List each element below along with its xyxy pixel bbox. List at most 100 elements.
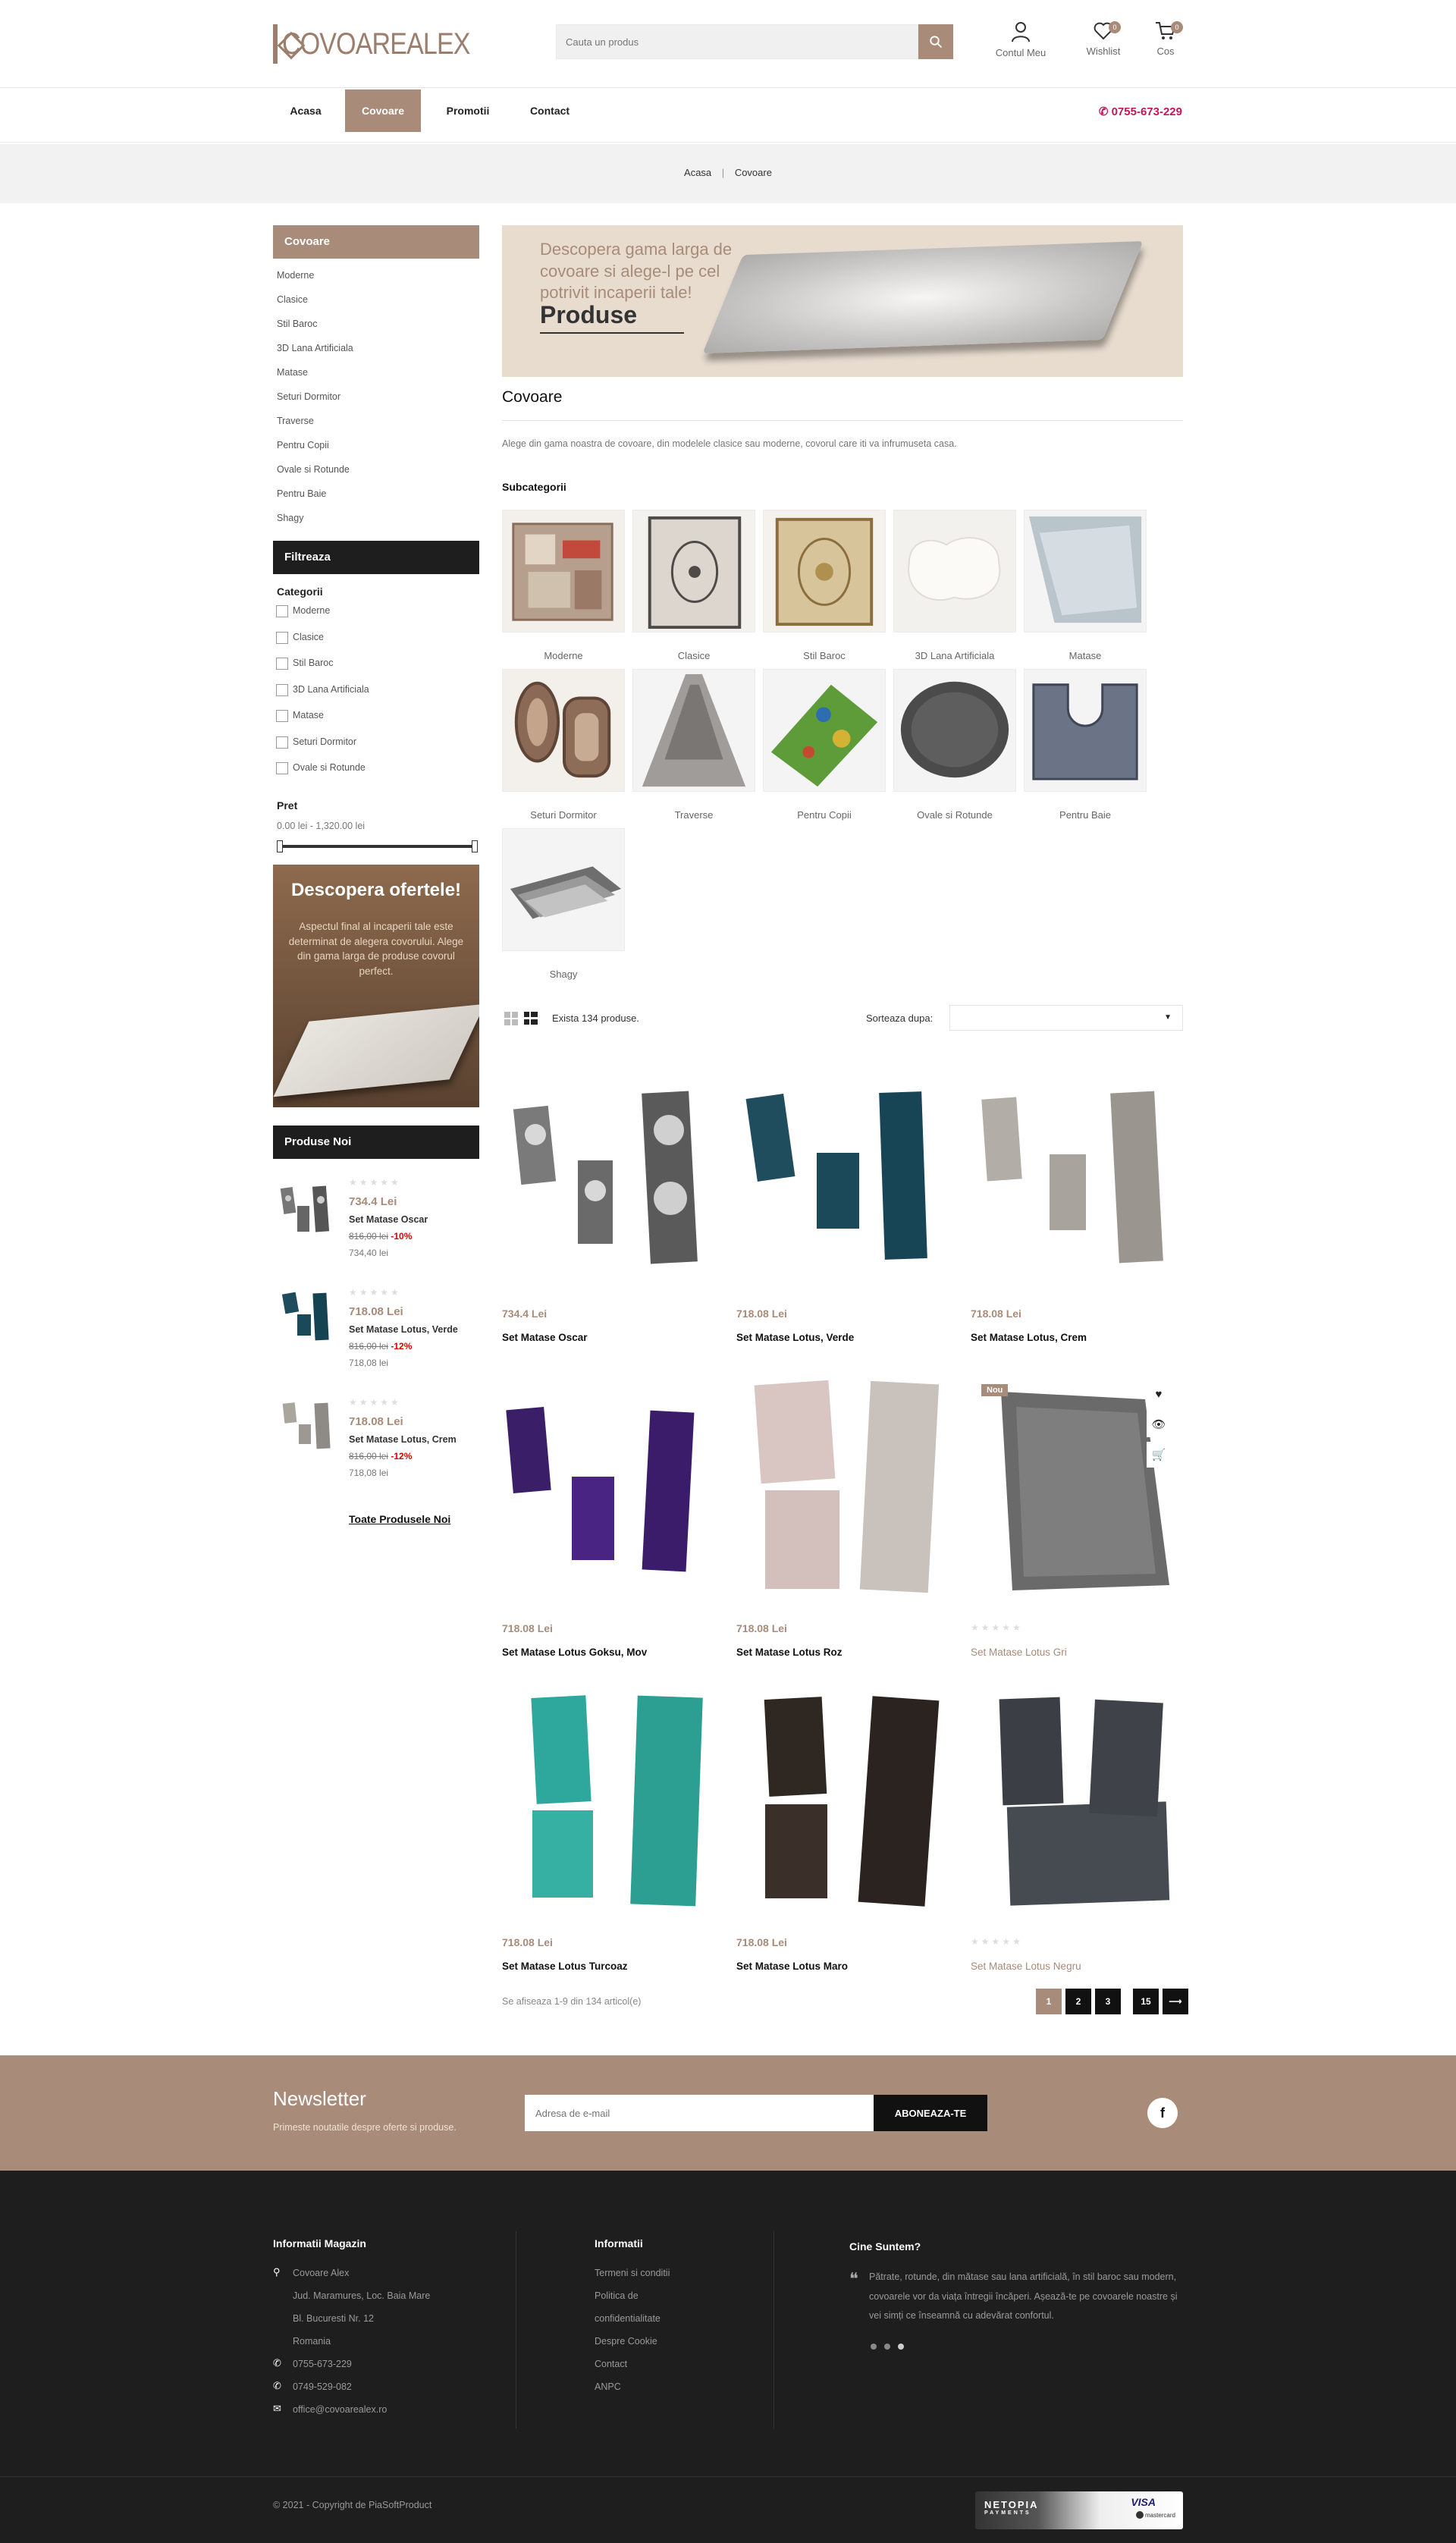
page-button-1[interactable]: 1 (1036, 1989, 1062, 2014)
checkbox[interactable] (276, 605, 288, 617)
product-card[interactable]: 718.08 Lei Set Matase Lotus, Crem (971, 1062, 1183, 1365)
product-card[interactable]: ★★★★★ Set Matase Lotus Negru (971, 1691, 1183, 1994)
product-name[interactable]: Set Matase Lotus Goksu, Mov (502, 1647, 647, 1658)
nav-item-promotii[interactable]: Promotii (434, 89, 502, 132)
header-phone[interactable]: ✆ 0755-673-229 (1099, 105, 1182, 118)
subcategory-card[interactable]: Shagy (502, 828, 625, 980)
sidebar-item-traverse[interactable]: Traverse (277, 416, 474, 440)
new-product-thumbnail[interactable] (278, 1177, 341, 1238)
product-image[interactable] (971, 1062, 1183, 1282)
subcategory-image[interactable] (502, 828, 625, 951)
next-page-arrow-icon[interactable]: ⟶ (1163, 1989, 1188, 2014)
subcategory-image[interactable] (502, 510, 625, 633)
product-image[interactable] (736, 1377, 949, 1596)
add-to-cart-icon[interactable]: 🛒 (1147, 1442, 1171, 1468)
product-card[interactable]: 718.08 Lei Set Matase Lotus Goksu, Mov (502, 1377, 714, 1680)
filter-option[interactable]: Moderne (276, 605, 369, 632)
checkbox[interactable] (276, 736, 288, 749)
list-view-icon[interactable] (523, 1011, 538, 1026)
subcategory-image[interactable] (502, 669, 625, 792)
filter-option[interactable]: 3D Lana Artificiala (276, 683, 369, 711)
subcategory-card[interactable]: Seturi Dormitor (502, 669, 625, 821)
sidebar-item-stil-baroc[interactable]: Stil Baroc (277, 319, 474, 343)
checkbox[interactable] (276, 683, 288, 696)
page-button-3[interactable]: 3 (1095, 1989, 1121, 2014)
sidebar-item-ovale-rotunde[interactable]: Ovale si Rotunde (277, 464, 474, 488)
product-name[interactable]: Set Matase Lotus Maro (736, 1961, 848, 1972)
wishlist-heart-icon[interactable]: ♥ (1147, 1381, 1171, 1407)
new-product-thumbnail[interactable] (278, 1287, 341, 1348)
product-image[interactable] (502, 1062, 714, 1282)
checkbox[interactable] (276, 658, 288, 670)
product-name[interactable]: Set Matase Lotus Gri (971, 1647, 1067, 1658)
product-name[interactable]: Set Matase Lotus Roz (736, 1647, 843, 1658)
nav-item-acasa[interactable]: Acasa (273, 89, 338, 132)
subcategory-image[interactable] (1024, 669, 1147, 792)
subscribe-button[interactable]: ABONEAZA-TE (874, 2095, 987, 2131)
product-card[interactable]: 734.4 Lei Set Matase Oscar (502, 1062, 714, 1365)
product-image[interactable] (736, 1062, 949, 1282)
filter-option[interactable]: Ovale si Rotunde (276, 762, 369, 789)
footer-link-terms[interactable]: Termeni si conditii (595, 2268, 670, 2278)
subcategory-image[interactable] (763, 669, 886, 792)
checkbox[interactable] (276, 762, 288, 774)
sidebar-item-pentru-copii[interactable]: Pentru Copii (277, 440, 474, 464)
new-product-name[interactable]: Set Matase Oscar (349, 1214, 478, 1225)
product-name[interactable]: Set Matase Lotus Turcoaz (502, 1961, 628, 1972)
footer-link-anpc[interactable]: ANPC (595, 2381, 621, 2392)
subcategory-image[interactable] (1024, 510, 1147, 633)
new-product-name[interactable]: Set Matase Lotus, Verde (349, 1324, 478, 1335)
price-slider[interactable] (277, 840, 478, 852)
carousel-dot[interactable] (884, 2344, 890, 2350)
site-logo[interactable]: COVOAREALEX (273, 21, 470, 67)
newsletter-email-input[interactable] (525, 2095, 874, 2131)
new-product-name[interactable]: Set Matase Lotus, Crem (349, 1434, 478, 1445)
subcategory-image[interactable] (893, 669, 1016, 792)
grid-view-icon[interactable] (504, 1011, 519, 1026)
nav-item-covoare[interactable]: Covoare (345, 89, 421, 132)
product-name[interactable]: Set Matase Lotus, Verde (736, 1332, 854, 1343)
sidebar-item-clasice[interactable]: Clasice (277, 294, 474, 319)
product-image[interactable] (502, 1377, 714, 1596)
filter-option[interactable]: Stil Baroc (276, 658, 369, 684)
subcategory-card[interactable]: Stil Baroc (763, 510, 886, 661)
filter-option[interactable]: Seturi Dormitor (276, 736, 369, 763)
filter-option[interactable]: Clasice (276, 631, 369, 658)
product-image[interactable] (736, 1691, 949, 1910)
footer-link-cookie[interactable]: Despre Cookie (595, 2336, 657, 2347)
subcategory-card[interactable]: 3D Lana Artificiala (893, 510, 1016, 661)
wishlist-link[interactable]: 0 Wishlist (1069, 21, 1138, 57)
product-name[interactable]: Set Matase Oscar (502, 1332, 588, 1343)
footer-link-privacy-cont[interactable]: confidentialitate (595, 2313, 661, 2324)
footer-link-contact[interactable]: Contact (595, 2359, 627, 2369)
new-product-item[interactable]: ★★★★★ 718.08 Lei Set Matase Lotus, Verde… (273, 1287, 479, 1386)
checkbox[interactable] (276, 631, 288, 644)
subcategory-card[interactable]: Pentru Baie (1024, 669, 1147, 821)
nav-item-contact[interactable]: Contact (516, 89, 584, 132)
cart-link[interactable]: 0 Cos (1131, 21, 1200, 57)
price-slider-min-handle[interactable] (277, 840, 283, 852)
promo-banner[interactable]: Descopera ofertele! Aspectul final al in… (273, 865, 479, 1107)
page-button-2[interactable]: 2 (1065, 1989, 1091, 2014)
facebook-icon[interactable]: f (1147, 2098, 1178, 2128)
new-product-thumbnail[interactable] (278, 1397, 341, 1458)
product-card[interactable]: 718.08 Lei Set Matase Lotus, Verde (736, 1062, 949, 1365)
page-button-last[interactable]: 15 (1133, 1989, 1159, 2014)
subcategory-card[interactable]: Ovale si Rotunde (893, 669, 1016, 821)
subcategory-card[interactable]: Matase (1024, 510, 1147, 661)
subcategory-card[interactable]: Moderne (502, 510, 625, 661)
sort-select[interactable] (949, 1005, 1183, 1031)
sidebar-item-matase[interactable]: Matase (277, 367, 474, 391)
product-image[interactable] (971, 1691, 1183, 1910)
carousel-dot[interactable] (871, 2344, 877, 2350)
footer-link-privacy[interactable]: Politica de (595, 2290, 639, 2301)
sidebar-item-moderne[interactable]: Moderne (277, 270, 474, 294)
search-button[interactable] (918, 24, 953, 59)
product-card[interactable]: 718.08 Lei Set Matase Lotus Turcoaz (502, 1691, 714, 1994)
carousel-dot-active[interactable] (898, 2344, 904, 2350)
subcategory-image[interactable] (763, 510, 886, 633)
new-product-item[interactable]: ★★★★★ 718.08 Lei Set Matase Lotus, Crem … (273, 1397, 479, 1496)
subcategory-card[interactable]: Pentru Copii (763, 669, 886, 821)
category-banner[interactable]: Descopera gama larga de covoare si alege… (502, 225, 1183, 377)
price-slider-max-handle[interactable] (472, 840, 478, 852)
